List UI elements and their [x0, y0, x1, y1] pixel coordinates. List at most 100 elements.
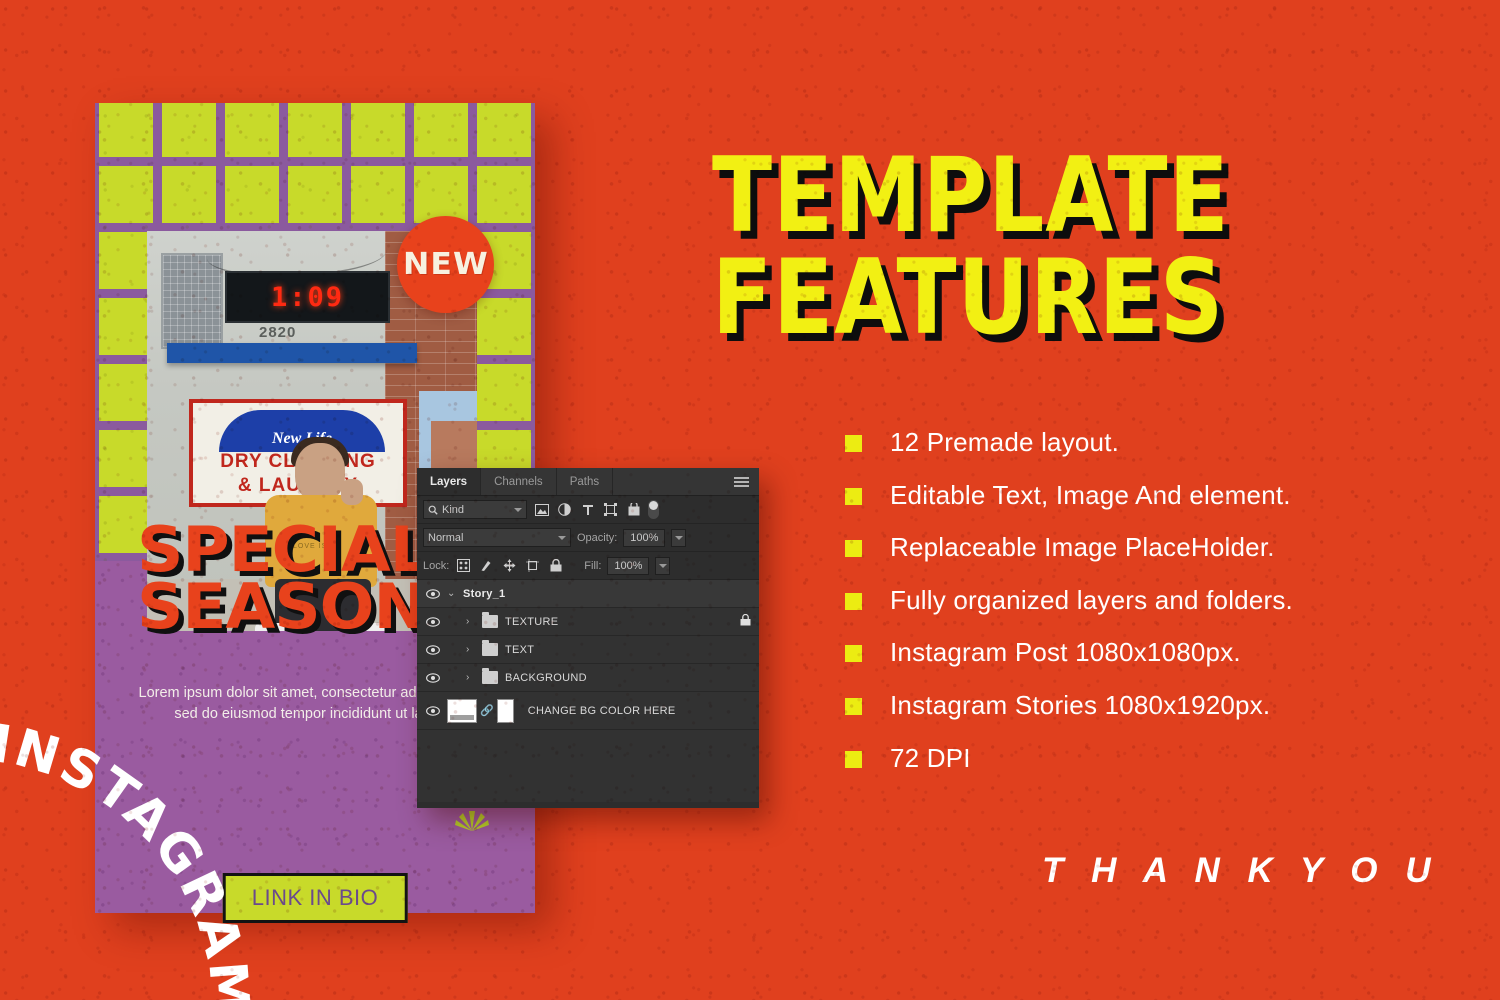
- lock-all-icon[interactable]: [547, 557, 564, 574]
- lock-artboard-icon[interactable]: [524, 557, 541, 574]
- layer-name: TEXT: [505, 643, 535, 656]
- layer-thumbnail: [447, 698, 477, 723]
- smart-object-filter-icon[interactable]: [625, 501, 642, 518]
- fill-value[interactable]: 100%: [607, 556, 650, 575]
- sparkle-icon: [455, 811, 489, 831]
- layer-row-texture[interactable]: › TEXTURE: [417, 608, 759, 636]
- layer-name: TEXTURE: [505, 615, 559, 628]
- layer-row-story-1[interactable]: ⌄ Story_1: [417, 580, 759, 608]
- fill-label: Fill:: [584, 559, 602, 572]
- chevron-down-icon: [658, 563, 667, 568]
- lock-row: Lock: Fill: 100%: [417, 552, 759, 580]
- title-line-1: TEMPLATE: [712, 134, 1230, 256]
- chevron-right-icon[interactable]: ›: [466, 616, 475, 627]
- image-filter-icon[interactable]: [533, 501, 550, 518]
- feature-item: Fully organized layers and folders.: [845, 586, 1293, 615]
- feature-text: 72 DPI: [890, 742, 971, 773]
- lock-position-icon[interactable]: [501, 557, 518, 574]
- filter-enable-toggle[interactable]: [648, 500, 659, 519]
- new-badge: NEW: [397, 216, 494, 313]
- layer-row-change-bg-color[interactable]: 🔗 CHANGE BG COLOR HERE: [417, 692, 759, 730]
- blend-mode-select[interactable]: Normal: [423, 528, 571, 547]
- story-headline-line-2: SEASON: [137, 570, 427, 644]
- photo-window: [161, 253, 223, 349]
- opacity-stepper[interactable]: [671, 528, 687, 547]
- tab-channels[interactable]: Channels: [481, 468, 557, 495]
- bullet-square-icon: [845, 645, 862, 663]
- layer-list-empty-space: [417, 730, 759, 802]
- lock-transparent-icon[interactable]: [455, 557, 472, 574]
- feature-text: 12 Premade layout.: [890, 427, 1120, 457]
- lock-image-icon[interactable]: [478, 557, 495, 574]
- feature-item: 72 DPI: [845, 742, 1293, 773]
- photo-address-number: 2820: [259, 324, 297, 341]
- layer-name: CHANGE BG COLOR HERE: [527, 704, 676, 717]
- feature-text: Instagram Stories 1080x1920px.: [890, 689, 1271, 720]
- clock-digits: 1:09: [270, 281, 345, 313]
- type-filter-icon[interactable]: [579, 501, 596, 518]
- feature-list: 12 Premade layout. Editable Text, Image …: [845, 428, 1293, 796]
- feature-text: Replaceable Image PlaceHolder.: [890, 532, 1275, 563]
- bullet-square-icon: [845, 592, 862, 610]
- folder-icon: [482, 640, 498, 656]
- photoshop-layers-panel: Layers Channels Paths Kind Normal Opacit…: [417, 468, 759, 808]
- new-badge-label: NEW: [402, 247, 489, 282]
- feature-item: Instagram Stories 1080x1920px.: [845, 691, 1293, 720]
- tab-layers[interactable]: Layers: [417, 468, 482, 495]
- layer-name: BACKGROUND: [505, 671, 587, 684]
- thank-you-text: T H A N K Y O U: [1042, 851, 1440, 890]
- eye-icon[interactable]: [425, 705, 440, 716]
- hamburger-icon[interactable]: [734, 475, 749, 489]
- chevron-down-icon: [674, 535, 683, 540]
- lock-label: Lock:: [423, 559, 450, 572]
- page-title: TEMPLATE FEATURES: [712, 134, 1230, 358]
- layer-row-text[interactable]: › TEXT: [417, 636, 759, 664]
- search-icon: [428, 505, 438, 515]
- lock-icon: [740, 613, 751, 629]
- kind-filter-label: Kind: [442, 503, 465, 516]
- layer-name: Story_1: [463, 587, 506, 600]
- instagram-arc-label: INSTAGRAM: [0, 714, 260, 1000]
- eye-icon[interactable]: [425, 616, 440, 627]
- photo-awning: [167, 343, 417, 363]
- person-head: [295, 443, 345, 501]
- layer-mask-thumbnail: [496, 698, 514, 723]
- panel-tab-filler: [613, 468, 759, 495]
- person-hand: [341, 479, 363, 505]
- chevron-down-icon: [514, 507, 522, 512]
- feature-item: Replaceable Image PlaceHolder.: [845, 533, 1293, 562]
- tab-paths[interactable]: Paths: [556, 468, 614, 495]
- feature-item: Editable Text, Image And element.: [845, 479, 1293, 510]
- blend-mode-value: Normal: [428, 531, 464, 544]
- feature-item: Instagram Post 1080x1080px.: [845, 638, 1293, 667]
- layer-row-background[interactable]: › BACKGROUND: [417, 664, 759, 692]
- feature-item: 12 Premade layout.: [845, 428, 1293, 457]
- layer-list: ⌄ Story_1 › TEXTURE › TEXT › BACKGROUND …: [417, 580, 759, 802]
- chevron-down-icon[interactable]: ⌄: [447, 588, 456, 599]
- feature-text: Fully organized layers and folders.: [890, 584, 1293, 615]
- fill-stepper[interactable]: [655, 556, 671, 575]
- chevron-right-icon[interactable]: ›: [466, 672, 475, 683]
- filter-row: Kind: [417, 496, 759, 524]
- opacity-value[interactable]: 100%: [623, 528, 666, 547]
- shape-filter-icon[interactable]: [602, 501, 619, 518]
- adjustment-filter-icon[interactable]: [556, 501, 573, 518]
- folder-icon: [482, 612, 498, 628]
- eye-icon[interactable]: [425, 644, 440, 655]
- title-line-2: FEATURES: [712, 235, 1225, 358]
- bullet-square-icon: [845, 540, 862, 558]
- feature-text: Editable Text, Image And element.: [890, 479, 1291, 510]
- blend-mode-row: Normal Opacity: 100%: [417, 524, 759, 552]
- chevron-right-icon[interactable]: ›: [466, 644, 475, 655]
- feature-text: Instagram Post 1080x1080px.: [890, 637, 1241, 668]
- photo-led-clock: 1:09: [225, 271, 390, 323]
- bullet-square-icon: [845, 487, 862, 505]
- bullet-square-icon: [845, 697, 862, 715]
- eye-icon[interactable]: [425, 588, 440, 599]
- chevron-down-icon: [558, 535, 566, 540]
- bullet-square-icon: [845, 435, 862, 452]
- eye-icon[interactable]: [425, 672, 440, 683]
- kind-filter-select[interactable]: Kind: [423, 500, 527, 519]
- link-icon[interactable]: 🔗: [480, 704, 494, 717]
- panel-tab-bar: Layers Channels Paths: [417, 468, 759, 496]
